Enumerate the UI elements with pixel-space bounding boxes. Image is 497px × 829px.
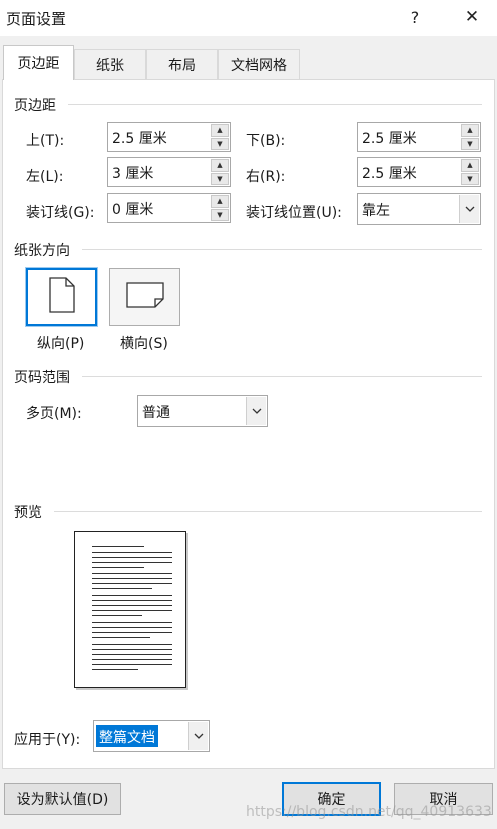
gutter-value: 0 厘米 xyxy=(112,202,154,218)
tab-label: 纸张 xyxy=(96,57,124,74)
apply-to-select[interactable]: 整篇文档 xyxy=(93,720,210,752)
watermark-text: https://blog.csdn.net/qq_40913633 xyxy=(246,804,492,820)
tab-margins[interactable]: 页边距 xyxy=(3,45,74,80)
landscape-label: 横向(S) xyxy=(120,336,168,352)
chevron-down-icon[interactable] xyxy=(246,397,266,425)
spin-down-icon[interactable]: ▼ xyxy=(211,137,229,150)
landscape-page-icon xyxy=(125,282,164,312)
top-margin-spinner[interactable]: 2.5 厘米 ▲ ▼ xyxy=(107,122,231,152)
margins-section-title: 页边距 xyxy=(14,98,56,114)
spin-up-icon[interactable]: ▲ xyxy=(211,159,229,172)
chevron-down-icon[interactable] xyxy=(188,722,208,750)
divider xyxy=(68,104,482,105)
tab-document-grid[interactable]: 文档网格 xyxy=(218,49,300,79)
portrait-button[interactable] xyxy=(26,268,97,326)
spin-down-icon[interactable]: ▼ xyxy=(461,172,479,185)
help-button[interactable]: ? xyxy=(400,4,430,30)
spin-up-icon[interactable]: ▲ xyxy=(461,124,479,137)
divider xyxy=(54,511,482,512)
dialog-title: 页面设置 xyxy=(6,10,67,28)
top-margin-value: 2.5 厘米 xyxy=(112,131,167,147)
bottom-margin-label: 下(B): xyxy=(246,133,286,149)
help-icon: ? xyxy=(410,7,420,27)
bottom-margin-spinner[interactable]: 2.5 厘米 ▲ ▼ xyxy=(357,122,481,152)
preview-section-title: 预览 xyxy=(14,505,42,521)
apply-to-value: 整篇文档 xyxy=(96,725,158,747)
orientation-section-title: 纸张方向 xyxy=(14,243,70,259)
tab-label: 页边距 xyxy=(17,56,60,72)
right-margin-label: 右(R): xyxy=(246,169,286,185)
spin-down-icon[interactable]: ▼ xyxy=(211,172,229,185)
landscape-button[interactable] xyxy=(109,268,180,326)
multiple-pages-label: 多页(M): xyxy=(26,406,82,422)
tab-paper[interactable]: 纸张 xyxy=(74,49,146,79)
left-margin-spinner[interactable]: 3 厘米 ▲ ▼ xyxy=(107,157,231,187)
left-margin-value: 3 厘米 xyxy=(112,166,154,182)
right-margin-spinner[interactable]: 2.5 厘米 ▲ ▼ xyxy=(357,157,481,187)
close-icon: ✕ xyxy=(464,7,480,27)
multiple-pages-value: 普通 xyxy=(142,405,170,421)
portrait-page-icon xyxy=(48,277,75,317)
right-margin-value: 2.5 厘米 xyxy=(362,166,417,182)
gutter-position-label: 装订线位置(U): xyxy=(246,205,342,221)
portrait-label: 纵向(P) xyxy=(37,336,85,352)
gutter-spinner[interactable]: 0 厘米 ▲ ▼ xyxy=(107,193,231,223)
apply-to-label: 应用于(Y): xyxy=(14,732,81,748)
close-button[interactable]: ✕ xyxy=(457,4,487,30)
spin-up-icon[interactable]: ▲ xyxy=(461,159,479,172)
gutter-label: 装订线(G): xyxy=(26,205,95,221)
left-margin-label: 左(L): xyxy=(26,169,64,185)
spin-down-icon[interactable]: ▼ xyxy=(461,137,479,150)
bottom-margin-value: 2.5 厘米 xyxy=(362,131,417,147)
tab-label: 布局 xyxy=(168,57,196,74)
spin-down-icon[interactable]: ▼ xyxy=(211,208,229,221)
multiple-pages-select[interactable]: 普通 xyxy=(137,395,268,427)
preview-page xyxy=(74,531,186,688)
gutter-position-value: 靠左 xyxy=(362,203,390,219)
divider xyxy=(82,249,482,250)
spin-up-icon[interactable]: ▲ xyxy=(211,195,229,208)
pages-section-title: 页码范围 xyxy=(14,370,70,386)
gutter-position-select[interactable]: 靠左 xyxy=(357,193,481,225)
set-default-button[interactable]: 设为默认值(D) xyxy=(4,783,121,815)
spin-up-icon[interactable]: ▲ xyxy=(211,124,229,137)
chevron-down-icon[interactable] xyxy=(459,195,479,223)
tab-layout[interactable]: 布局 xyxy=(146,49,218,79)
tab-label: 文档网格 xyxy=(231,57,287,74)
top-margin-label: 上(T): xyxy=(26,133,65,149)
divider xyxy=(82,376,482,377)
